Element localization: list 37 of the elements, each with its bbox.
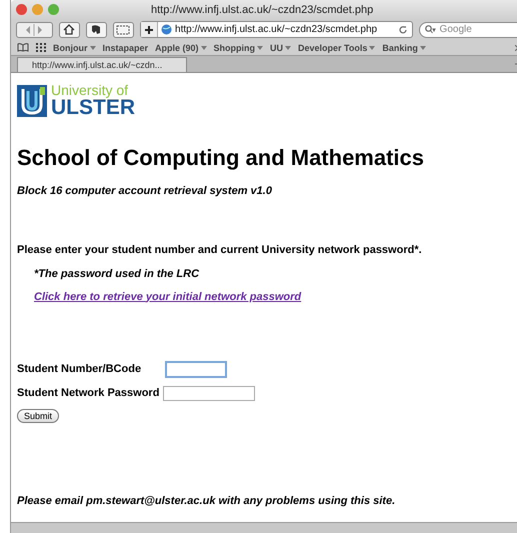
home-button[interactable] (58, 22, 80, 38)
book-icon[interactable] (17, 43, 29, 52)
password-note: *The password used in the LRC (34, 268, 200, 280)
bookmark-item[interactable]: Banking (382, 42, 426, 52)
back-forward-button[interactable] (16, 22, 53, 38)
subtitle: Block 16 computer account retrieval system v1.0 (17, 184, 273, 196)
clip-button[interactable] (112, 22, 134, 38)
submit-button[interactable]: Submit (17, 408, 60, 422)
home-icon (63, 24, 76, 35)
field-label: Student Number/BCode (17, 363, 142, 375)
add-bookmark-button[interactable] (141, 22, 158, 37)
bookmark-item[interactable]: UU (270, 42, 292, 52)
grid-icon[interactable] (36, 43, 46, 52)
close-icon[interactable] (16, 4, 27, 15)
bookmark-item[interactable]: Apple (90) (155, 42, 207, 52)
plus-icon (145, 26, 154, 34)
globe-icon (161, 24, 172, 35)
search-icon (424, 25, 437, 34)
input-field[interactable] (165, 360, 227, 378)
field-label: Student Network Password (17, 387, 160, 399)
bookmark-item[interactable]: Developer Tools (298, 42, 376, 52)
input-field[interactable] (163, 386, 256, 400)
contact-text: Please email pm.stewart@ulster.ac.uk with any problems using this site. (17, 494, 396, 506)
bookmark-item[interactable]: Instapaper (102, 42, 148, 52)
bookmark-item[interactable]: Bonjour (53, 42, 96, 52)
window-title: http://www.infj.ulst.ac.uk/~czdn23/scmdet.php (151, 4, 374, 16)
bookmark-item[interactable]: Shopping (214, 42, 264, 52)
address-field[interactable]: http://www.infj.ulst.ac.uk/~czdn23/scmdet.php (140, 21, 413, 38)
reload-icon[interactable] (398, 24, 408, 34)
retrieve-password-link[interactable]: Click here to retrieve your initial network password (34, 290, 302, 302)
search-field[interactable]: Google (418, 22, 517, 38)
page-heading: School of Computing and Mathematics (17, 144, 426, 170)
university-logo: University of ULSTER (17, 83, 135, 118)
instruction-text: Please enter your student number and current University network password*. (17, 244, 423, 256)
browser-tab[interactable]: http://www.infj.ulst.ac.uk/~czdn... (17, 57, 187, 72)
elephant-button[interactable] (86, 22, 107, 38)
zoom-icon[interactable] (48, 4, 59, 15)
